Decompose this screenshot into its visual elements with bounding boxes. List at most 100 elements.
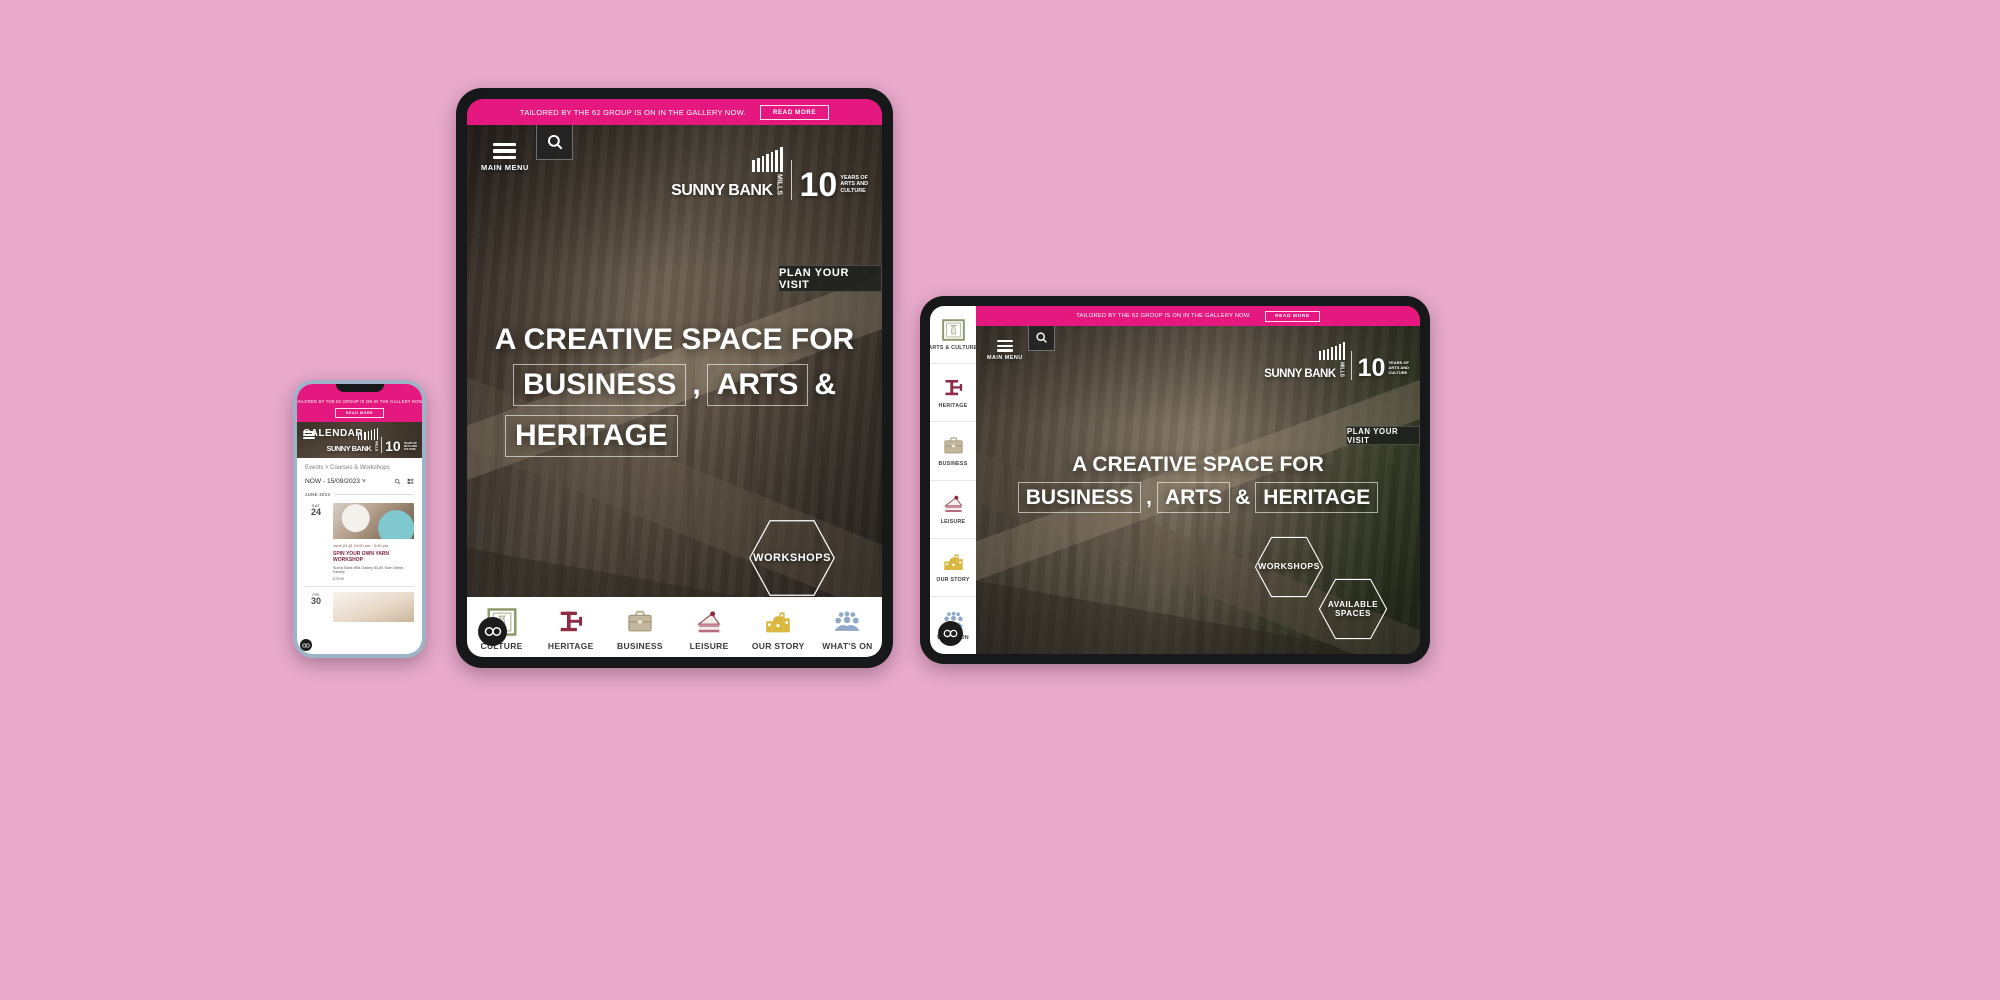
available-spaces-label: AVAILABLE SPACES [1328, 600, 1378, 619]
nav-item-heritage[interactable]: HERITAGE [930, 364, 976, 423]
nav-label: OUR STORY [936, 577, 970, 584]
promo-text: TAILORED BY THE 62 GROUP IS ON IN THE GA… [1076, 313, 1252, 319]
search-button[interactable] [536, 125, 573, 160]
nav-item-heritage[interactable]: HERITAGE [536, 597, 605, 651]
mill-chimney-icon [1319, 342, 1345, 360]
promo-bar[interactable]: TAILORED BY THE 62 GROUP IS ON IN THE GA… [976, 306, 1420, 326]
side-icon-nav: ARTS & CULTURE HERITAGE BUSINESS LEISURE… [930, 306, 977, 654]
event-date: SAT 24 [305, 503, 327, 581]
available-spaces-line-1: AVAILABLE [1327, 599, 1379, 609]
brand-logo[interactable]: SUNNY BANK MILLS 10 YEARS OF ARTS AND CU… [1264, 342, 1409, 381]
plan-your-visit-button[interactable]: PLAN YOUR VISIT [778, 265, 882, 292]
nav-item-business[interactable]: BUSINESS [605, 597, 674, 651]
headline-comma: , [692, 368, 701, 401]
main-menu-button[interactable]: MAIN MENU [987, 340, 1023, 361]
brand-suffix: MILLS [374, 440, 379, 451]
search-icon [547, 134, 562, 149]
brand-logo[interactable]: SUNNY BANK MILLS 10 YEARS OF ARTS AND CU… [671, 147, 868, 202]
mill-chimney-icon [358, 427, 379, 440]
brand-wordmark: SUNNY BANK MILLS [671, 174, 782, 200]
list-item[interactable]: FRI 30 [305, 592, 414, 622]
cookie-consent-button[interactable] [938, 621, 963, 646]
available-spaces-line-2: SPACES [1334, 609, 1372, 618]
list-item[interactable]: SAT 24 June 24 @ 10:00 am - 4:00 pm SPIN… [305, 503, 414, 581]
phone-main-menu-button[interactable] [303, 431, 315, 439]
anniversary-line-2: ARTS AND [840, 181, 868, 188]
brand-divider [381, 437, 383, 453]
promo-text: TAILORED BY THE 62 GROUP IS ON IN THE GA… [519, 107, 746, 117]
brand-lockup: SUNNY BANK MILLS [326, 427, 379, 453]
date-range-select[interactable]: NOW - 15/09/2023 ˅ [305, 478, 366, 485]
divider [305, 586, 414, 587]
nav-label: BUSINESS [938, 460, 968, 467]
i-beam-icon [944, 379, 962, 395]
tablet-portrait-device: TAILORED BY THE 62 GROUP IS ON IN THE GA… [456, 88, 893, 668]
event-meta: June 24 @ 10:00 am - 4:00 pm [333, 543, 389, 548]
hexagon-shape: WORKSHOPS [1254, 536, 1324, 598]
buildings-icon [766, 612, 791, 633]
event-venue: Sunny Bank Mills Gallery 83-85 Town Stre… [333, 566, 405, 574]
headline-comma: , [1146, 486, 1152, 509]
brand-name: SUNNY BANK [1264, 367, 1336, 380]
brand-lockup: SUNNY BANK MILLS [1264, 342, 1345, 380]
event-title[interactable]: SPIN YOUR OWN YARN WORKSHOP [333, 551, 414, 563]
hamburger-icon [303, 431, 315, 439]
main-menu-label: MAIN MENU [987, 354, 1023, 361]
headline-line-3: HERITAGE [467, 415, 882, 457]
brand-wordmark: SUNNY BANK MILLS [326, 441, 378, 453]
nav-item-whats-on[interactable]: WHAT'S ON [813, 597, 882, 651]
headline-ampersand: & [1235, 486, 1251, 509]
headline-word-business: BUSINESS [512, 364, 687, 406]
event-thumbnail[interactable] [333, 503, 414, 539]
phone-brand-logo[interactable]: SUNNY BANK MILLS 10 YEARS OF ARTS AND CU… [326, 427, 417, 455]
nav-label: WHAT'S ON [822, 641, 873, 651]
workshops-hexagon-link[interactable]: WORKSHOPS [748, 519, 836, 597]
main-menu-button[interactable]: MAIN MENU [481, 143, 529, 172]
read-more-button[interactable]: READ MORE [1265, 310, 1320, 322]
nav-item-our-story[interactable]: OUR STORY [744, 597, 813, 651]
plan-your-visit-button[interactable]: PLAN YOUR VISIT [1346, 426, 1420, 445]
bottom-icon-nav: CULTURE HERITAGE BUSINESS LEISURE OUR ST… [467, 597, 882, 657]
brand-suffix: MILLS [1338, 361, 1345, 377]
read-more-button[interactable]: READ MORE [334, 407, 385, 418]
listing-tools [394, 478, 414, 485]
workshops-label: WORKSHOPS [753, 551, 831, 564]
search-icon[interactable] [394, 478, 401, 485]
search-button[interactable] [1028, 326, 1055, 351]
hero-section: MAIN MENU SUNNY BANK MILLS 10 YEARS OF A… [467, 125, 882, 657]
nav-item-our-story[interactable]: OUR STORY [930, 539, 976, 597]
available-spaces-hexagon-link[interactable]: AVAILABLE SPACES [1318, 578, 1388, 640]
event-day: 30 [310, 596, 321, 606]
nav-item-business[interactable]: BUSINESS [930, 422, 976, 481]
i-beam-icon [560, 611, 582, 632]
tablet-portrait-screen: TAILORED BY THE 62 GROUP IS ON IN THE GA… [467, 99, 882, 657]
brand-name: SUNNY BANK [671, 182, 773, 199]
anniversary-badge: 10 YEARS OF ARTS AND CULTURE [1358, 356, 1409, 381]
anniversary-number: 10 [385, 438, 401, 455]
hero-section: MAIN MENU SUNNY BANK MILLS 10 YEARS OF A… [976, 326, 1420, 654]
read-more-button[interactable]: READ MORE [759, 104, 830, 120]
event-thumbnail[interactable] [333, 592, 414, 622]
workshops-hexagon-link[interactable]: WORKSHOPS [1254, 536, 1324, 598]
tablet-landscape-bezel: ARTS & CULTURE HERITAGE BUSINESS LEISURE… [920, 296, 1430, 664]
headline-word-arts: ARTS [1156, 482, 1231, 513]
breadcrumb[interactable]: Events > Courses & Workshops [305, 465, 414, 471]
headline-line-2: BUSINESS , ARTS & [467, 364, 882, 406]
hexagon-shape: WORKSHOPS [748, 519, 836, 597]
cookie-consent-button[interactable] [478, 617, 507, 646]
briefcase-icon [943, 437, 963, 454]
divider [335, 494, 414, 495]
briefcase-icon [628, 610, 652, 632]
cookie-consent-button[interactable] [300, 639, 312, 651]
nav-item-leisure[interactable]: LEISURE [675, 597, 744, 651]
nav-item-arts-and-culture[interactable]: ARTS & CULTURE [930, 306, 977, 365]
anniversary-line-3: CULTURE [1388, 369, 1408, 375]
anniversary-caption: YEARS OF ARTS AND CULTURE [404, 442, 417, 452]
search-icon [1036, 332, 1047, 343]
nav-item-leisure[interactable]: LEISURE [930, 481, 976, 539]
headline-line-1-text: A CREATIVE SPACE FOR [494, 323, 855, 356]
promo-bar[interactable]: TAILORED BY THE 62 GROUP IS ON IN THE GA… [467, 99, 882, 125]
grid-view-icon[interactable] [407, 478, 414, 485]
workshops-label: WORKSHOPS [1258, 561, 1320, 572]
nav-label: LEISURE [689, 641, 729, 651]
